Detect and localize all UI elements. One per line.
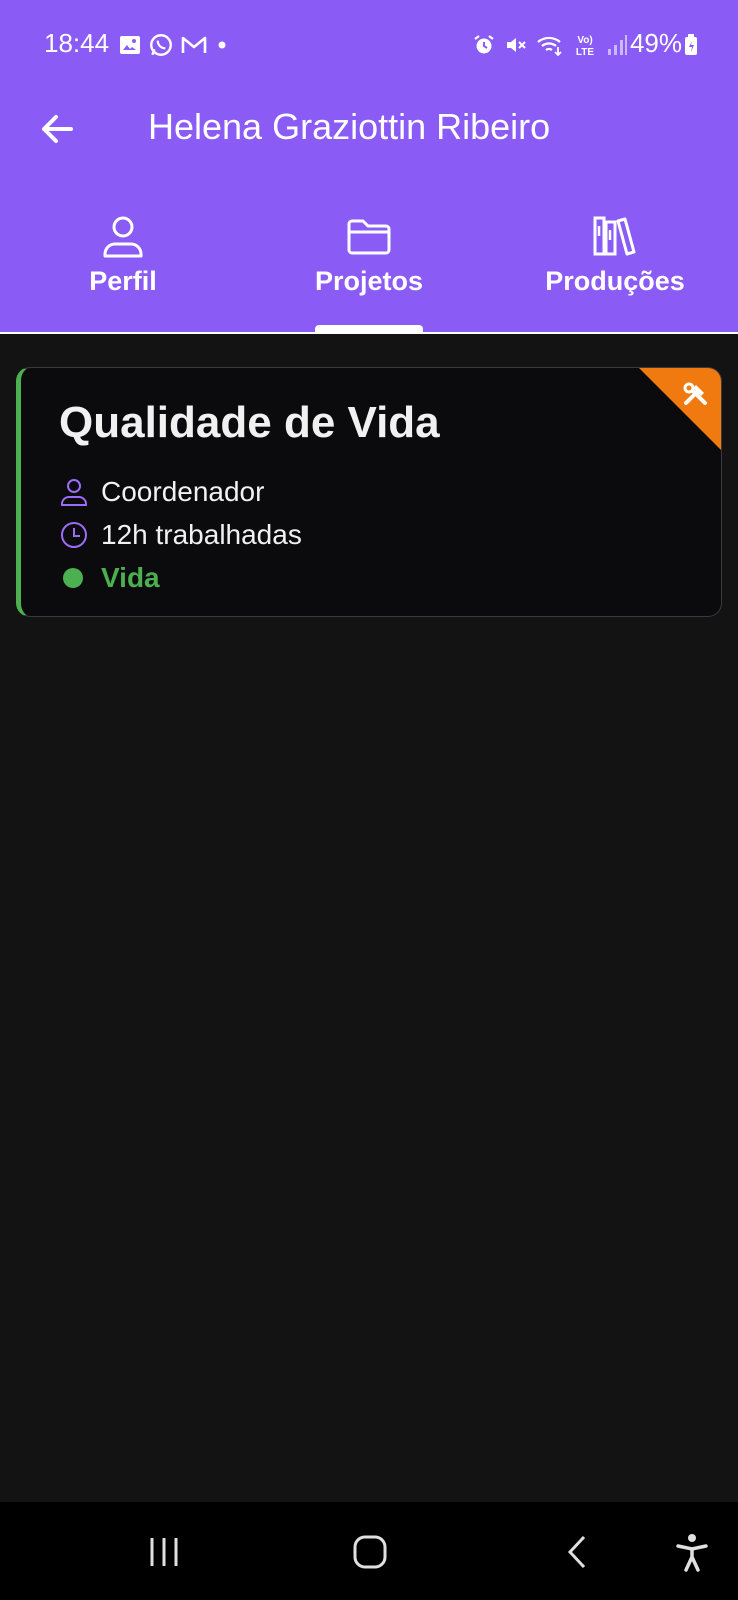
person-icon [103,216,143,258]
app-bar: Helena Graziottin Ribeiro [0,88,738,168]
svg-text:Vo): Vo) [577,35,592,46]
alarm-icon [474,35,494,54]
area-dot-icon [63,568,83,588]
battery-percent: 49% [629,28,682,58]
recents-icon [150,1538,178,1566]
system-icons: Vo) LTE [472,30,628,60]
tools-icon [683,382,707,405]
clock-icon [61,522,87,548]
whatsapp-icon [150,34,172,56]
recents-button[interactable] [138,1526,190,1578]
tab-label: Produções [545,266,685,296]
tab-projetos[interactable]: Projetos [246,200,492,332]
gallery-icon [120,36,140,54]
notification-icons [118,30,230,60]
app-header: 18:44 Vo) LTE 49% Helena Graziottin Ribei… [0,0,738,332]
tab-label: Perfil [89,266,157,296]
books-icon [593,216,636,256]
project-hours-row: 12h trabalhadas [59,519,302,551]
home-icon [353,1535,387,1569]
project-area: Vida [101,562,160,593]
project-role: Coordenador [101,476,265,507]
dot-icon [218,41,226,49]
project-title: Qualidade de Vida [59,398,440,447]
accessibility-icon [676,1534,708,1572]
wifi-icon [537,36,562,57]
back-button[interactable] [30,102,84,156]
person-icon [61,479,87,506]
page-title: Helena Graziottin Ribeiro [148,106,551,147]
gmail-icon [181,36,207,53]
project-card[interactable]: Qualidade de Vida Coordenador 12h trabal… [16,367,722,617]
project-role-row: Coordenador [59,476,264,508]
battery-icon [685,34,697,55]
status-time: 18:44 [44,28,110,58]
folder-icon [347,219,391,255]
back-icon [567,1535,586,1569]
tab-selected-indicator [315,325,423,332]
status-bar: 18:44 Vo) LTE 49% [0,0,738,88]
tab-label: Projetos [314,266,424,296]
volte-icon: Vo)LTE [576,35,594,58]
project-hours: 12h trabalhadas [101,519,302,550]
arrow-left-icon [42,115,73,143]
tab-perfil[interactable]: Perfil [0,200,246,332]
tab-producoes[interactable]: Produções [492,200,738,332]
project-area-row: Vida [59,562,160,594]
accessibility-button[interactable] [666,1526,718,1578]
home-button[interactable] [344,1526,396,1578]
header-divider [0,332,738,334]
mute-icon [507,38,526,52]
tab-bar: Perfil Projetos Produções [0,200,738,332]
back-nav-button[interactable] [552,1526,604,1578]
signal-icon [608,35,627,55]
system-nav-bar [0,1502,738,1600]
svg-text:LTE: LTE [576,47,594,58]
